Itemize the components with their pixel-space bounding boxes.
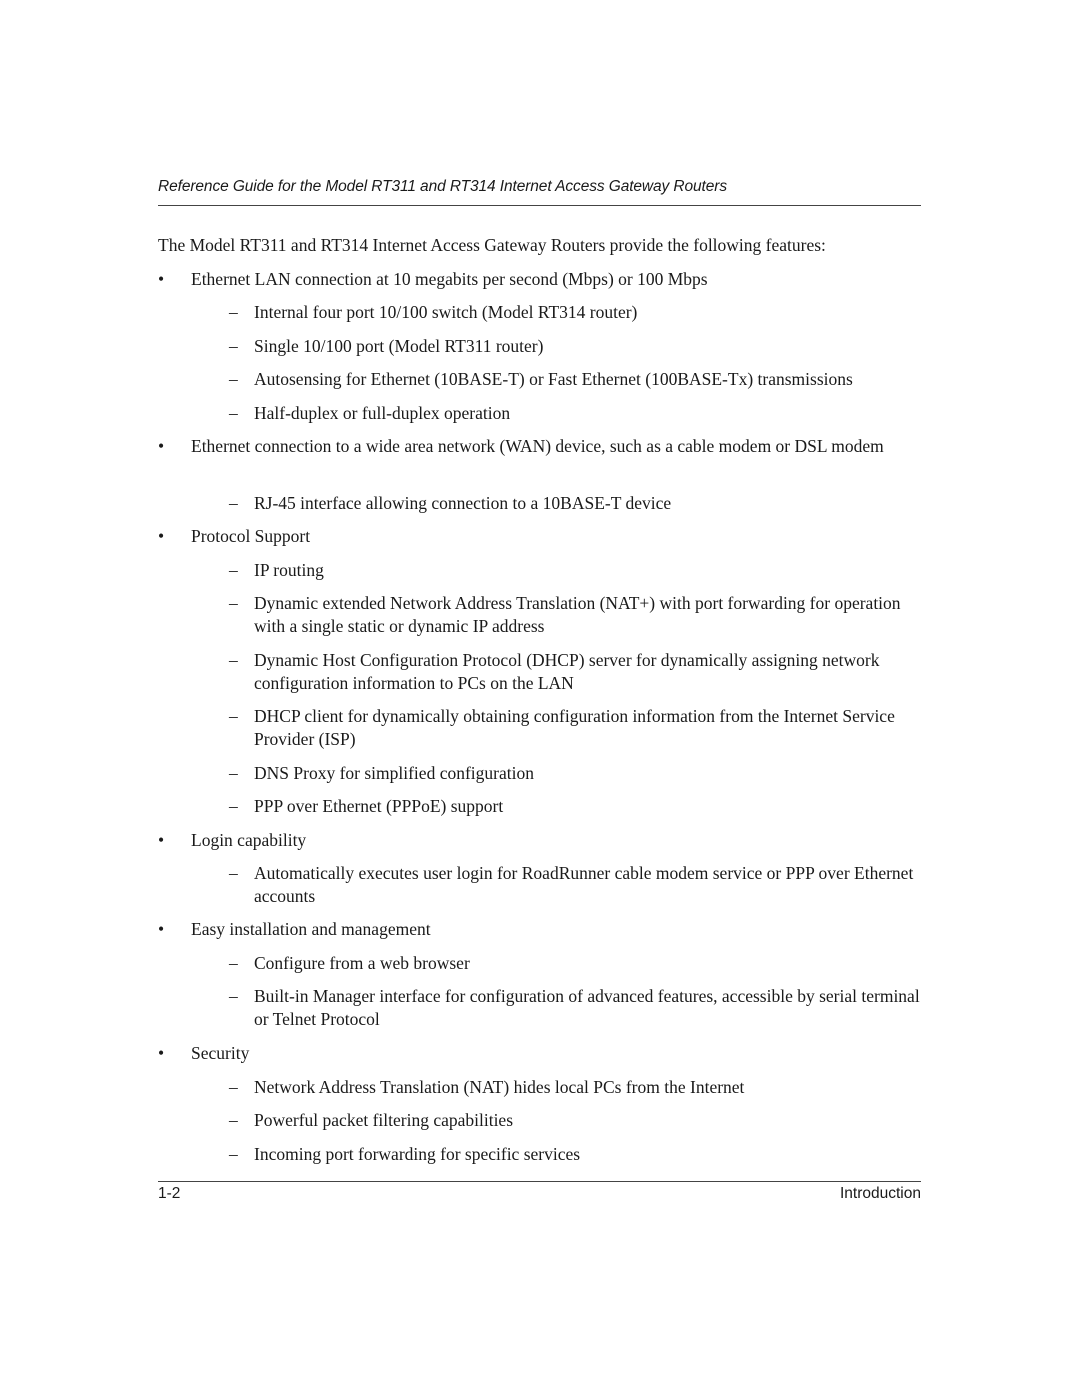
running-header: Reference Guide for the Model RT311 and …	[158, 178, 727, 195]
list-item-text: Powerful packet filtering capabilities	[254, 1110, 514, 1130]
dash-marker: –	[229, 953, 238, 973]
list-item-text: Ethernet LAN connection at 10 megabits p…	[191, 269, 708, 289]
dash-marker: –	[229, 1077, 238, 1097]
list-item-text: Configure from a web browser	[254, 953, 470, 973]
list-item-text: RJ-45 interface allowing connection to a…	[254, 493, 672, 513]
page-number: 1-2	[158, 1185, 181, 1202]
bullet-marker: •	[158, 830, 165, 850]
list-item-text: Automatically executes user login for Ro…	[254, 863, 914, 906]
bullet-marker: •	[158, 269, 165, 289]
list-item-text: DNS Proxy for simplified configuration	[254, 763, 534, 783]
list-item-text: Half-duplex or full-duplex operation	[254, 403, 511, 423]
list-item-text: Easy installation and management	[191, 919, 431, 939]
list-item-text: Autosensing for Ethernet (10BASE-T) or F…	[254, 369, 853, 389]
list-item-text: Protocol Support	[191, 526, 311, 546]
list-item-text: Dynamic extended Network Address Transla…	[254, 593, 901, 636]
list-item-text: Login capability	[191, 830, 307, 850]
intro-paragraph: The Model RT311 and RT314 Internet Acces…	[158, 235, 826, 255]
dash-marker: –	[229, 302, 238, 322]
bullet-marker: •	[158, 919, 165, 939]
list-item-text: Network Address Translation (NAT) hides …	[254, 1077, 745, 1097]
bullet-marker: •	[158, 436, 165, 456]
dash-marker: –	[229, 336, 238, 356]
dash-marker: –	[229, 706, 238, 726]
footer-divider	[158, 1181, 921, 1182]
section-name: Introduction	[840, 1185, 921, 1202]
list-item-text: Ethernet connection to a wide area netwo…	[191, 436, 884, 456]
dash-marker: –	[229, 796, 238, 816]
dash-marker: –	[229, 1144, 238, 1164]
dash-marker: –	[229, 403, 238, 423]
dash-marker: –	[229, 986, 238, 1006]
list-item-text: Dynamic Host Configuration Protocol (DHC…	[254, 650, 880, 693]
list-item-text: Single 10/100 port (Model RT311 router)	[254, 336, 544, 356]
dash-marker: –	[229, 369, 238, 389]
list-item-text: DHCP client for dynamically obtaining co…	[254, 706, 895, 749]
list-item-text: Incoming port forwarding for specific se…	[254, 1144, 581, 1164]
dash-marker: –	[229, 560, 238, 580]
dash-marker: –	[229, 493, 238, 513]
dash-marker: –	[229, 650, 238, 670]
document-page: Reference Guide for the Model RT311 and …	[158, 0, 921, 1397]
bullet-marker: •	[158, 526, 165, 546]
dash-marker: –	[229, 863, 238, 883]
header-divider	[158, 205, 921, 206]
list-item-text: IP routing	[254, 560, 324, 580]
bullet-marker: •	[158, 1043, 165, 1063]
list-item-text: Internal four port 10/100 switch (Model …	[254, 302, 638, 322]
dash-marker: –	[229, 1110, 238, 1130]
list-item-text: Built-in Manager interface for configura…	[254, 986, 920, 1029]
list-item-text: PPP over Ethernet (PPPoE) support	[254, 796, 504, 816]
list-item-text: Security	[191, 1043, 250, 1063]
dash-marker: –	[229, 763, 238, 783]
dash-marker: –	[229, 593, 238, 613]
